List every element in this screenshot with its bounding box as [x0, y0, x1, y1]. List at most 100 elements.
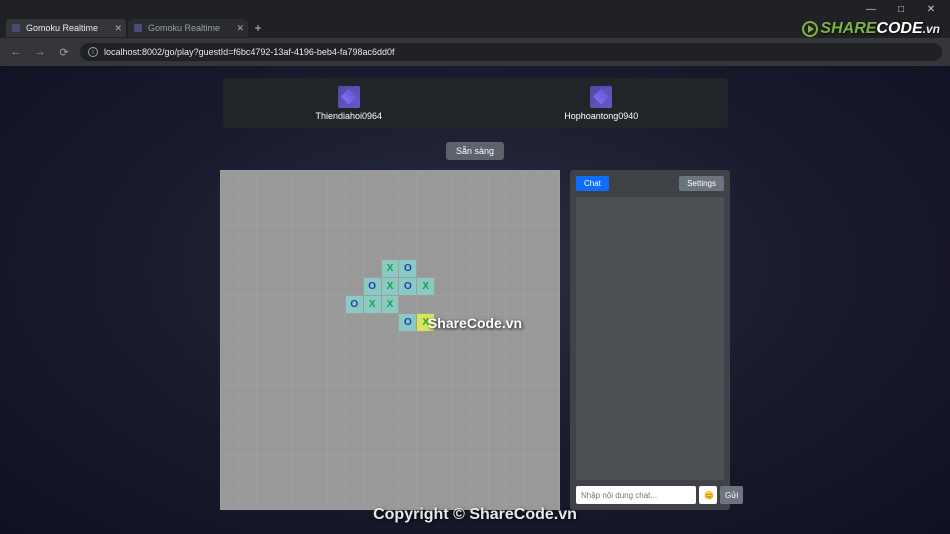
board-cell[interactable] — [292, 367, 309, 384]
board-cell[interactable] — [346, 456, 363, 473]
board-cell[interactable]: O — [399, 278, 416, 295]
board-cell[interactable] — [310, 439, 327, 456]
board-cell[interactable] — [292, 332, 309, 349]
board-cell[interactable] — [275, 421, 292, 438]
board-cell[interactable] — [471, 207, 488, 224]
board-cell[interactable] — [257, 403, 274, 420]
board-cell[interactable] — [382, 189, 399, 206]
board-cell[interactable] — [221, 403, 238, 420]
board-cell[interactable] — [435, 207, 452, 224]
board-cell[interactable] — [435, 189, 452, 206]
board-cell[interactable] — [471, 403, 488, 420]
board-cell[interactable] — [453, 385, 470, 402]
board-cell[interactable] — [382, 456, 399, 473]
board-cell[interactable] — [364, 403, 381, 420]
board-cell[interactable] — [489, 456, 506, 473]
board-cell[interactable]: X — [417, 278, 434, 295]
board-cell[interactable] — [328, 367, 345, 384]
board-cell[interactable] — [292, 492, 309, 509]
board-cell[interactable] — [524, 207, 541, 224]
board-cell[interactable] — [221, 296, 238, 313]
board-cell[interactable] — [399, 189, 416, 206]
board-cell[interactable] — [328, 260, 345, 277]
board-cell[interactable] — [471, 421, 488, 438]
board-cell[interactable] — [257, 260, 274, 277]
board-cell[interactable] — [364, 367, 381, 384]
board-cell[interactable] — [310, 171, 327, 188]
board-cell[interactable] — [310, 296, 327, 313]
browser-tab-inactive[interactable]: Gomoku Realtime ✕ — [128, 19, 248, 37]
board-cell[interactable] — [542, 474, 559, 491]
board-cell[interactable] — [453, 456, 470, 473]
board-cell[interactable] — [399, 385, 416, 402]
board-cell[interactable] — [471, 385, 488, 402]
board-cell[interactable] — [239, 385, 256, 402]
board-cell[interactable] — [346, 367, 363, 384]
board-cell[interactable] — [506, 456, 523, 473]
board-cell[interactable] — [257, 171, 274, 188]
board-cell[interactable] — [221, 171, 238, 188]
board-cell[interactable] — [524, 278, 541, 295]
board-cell[interactable] — [524, 296, 541, 313]
board-cell[interactable]: O — [364, 278, 381, 295]
board-cell[interactable] — [542, 314, 559, 331]
board-cell[interactable] — [239, 225, 256, 242]
board-cell[interactable] — [257, 207, 274, 224]
board-cell[interactable] — [292, 242, 309, 259]
board-cell[interactable] — [382, 207, 399, 224]
board-cell[interactable] — [292, 314, 309, 331]
board-cell[interactable] — [310, 367, 327, 384]
board-cell[interactable] — [542, 207, 559, 224]
board-cell[interactable] — [239, 296, 256, 313]
board-cell[interactable] — [435, 403, 452, 420]
board-cell[interactable] — [453, 403, 470, 420]
board-cell[interactable] — [524, 242, 541, 259]
board-cell[interactable] — [239, 242, 256, 259]
board-cell[interactable] — [506, 260, 523, 277]
board-cell[interactable] — [346, 403, 363, 420]
board-cell[interactable] — [221, 225, 238, 242]
board-cell[interactable] — [257, 314, 274, 331]
board-cell[interactable] — [524, 385, 541, 402]
board-cell[interactable] — [471, 367, 488, 384]
board-cell[interactable] — [524, 225, 541, 242]
board-cell[interactable] — [221, 456, 238, 473]
board-cell[interactable] — [524, 474, 541, 491]
board-cell[interactable] — [382, 349, 399, 366]
board-cell[interactable] — [364, 242, 381, 259]
board-cell[interactable] — [346, 242, 363, 259]
board-cell[interactable] — [417, 242, 434, 259]
emoji-button[interactable]: 😊 — [699, 486, 717, 504]
board-cell[interactable] — [453, 189, 470, 206]
board-cell[interactable] — [364, 314, 381, 331]
board-cell[interactable] — [221, 189, 238, 206]
board-cell[interactable] — [489, 474, 506, 491]
board-cell[interactable] — [435, 278, 452, 295]
board-cell[interactable] — [310, 278, 327, 295]
board-cell[interactable] — [364, 456, 381, 473]
board-cell[interactable] — [292, 421, 309, 438]
board-cell[interactable] — [382, 314, 399, 331]
board-cell[interactable] — [417, 332, 434, 349]
board-cell[interactable] — [542, 349, 559, 366]
board-cell[interactable] — [453, 171, 470, 188]
board-cell[interactable] — [435, 456, 452, 473]
board-cell[interactable] — [292, 439, 309, 456]
board-cell[interactable] — [506, 225, 523, 242]
board-cell[interactable] — [489, 367, 506, 384]
board-cell[interactable] — [310, 421, 327, 438]
board-cell[interactable] — [453, 278, 470, 295]
board-cell[interactable] — [471, 278, 488, 295]
board-cell[interactable] — [292, 260, 309, 277]
board-cell[interactable] — [328, 225, 345, 242]
board-cell[interactable] — [310, 349, 327, 366]
board-cell[interactable] — [310, 189, 327, 206]
board-cell[interactable] — [489, 189, 506, 206]
board-cell[interactable] — [275, 189, 292, 206]
board-cell[interactable] — [542, 439, 559, 456]
board-cell[interactable] — [346, 332, 363, 349]
board-cell[interactable] — [292, 296, 309, 313]
board-cell[interactable] — [399, 171, 416, 188]
board-cell[interactable] — [310, 474, 327, 491]
board-cell[interactable] — [328, 332, 345, 349]
